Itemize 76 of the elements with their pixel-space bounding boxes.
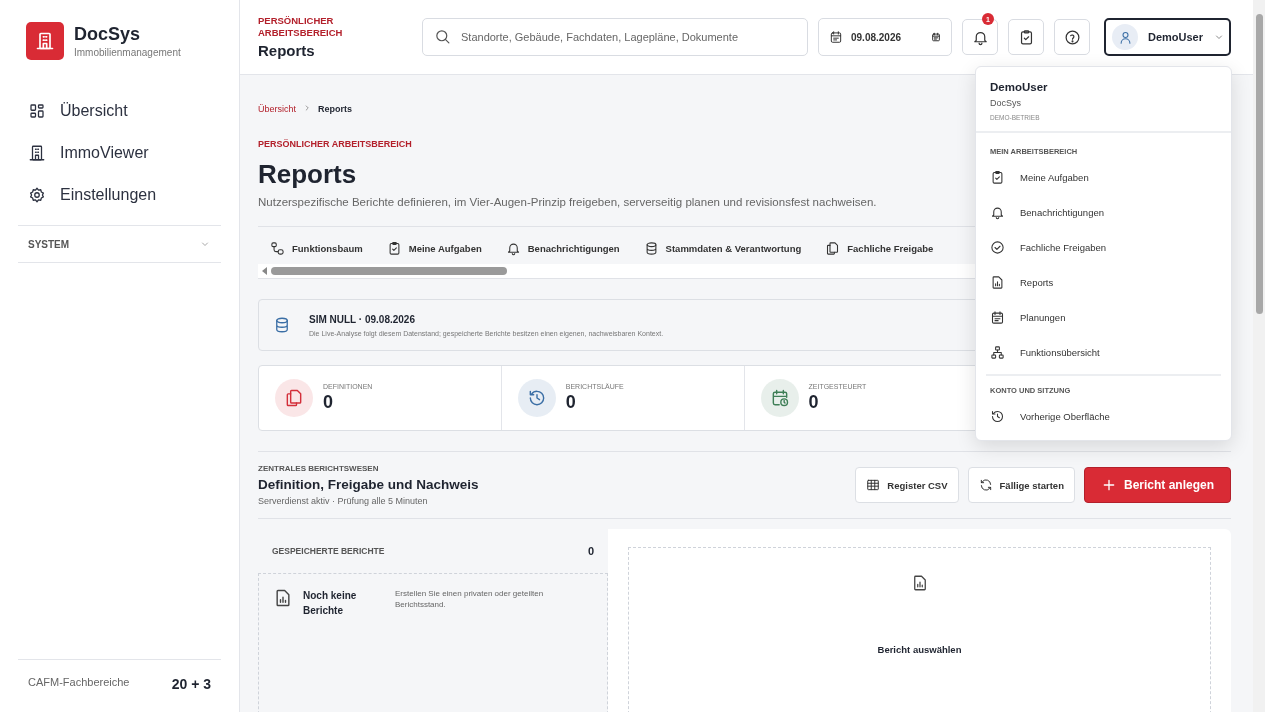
header-title: Reports xyxy=(258,42,316,60)
header-eyebrow: PERSÖNLICHER ARBEITSBEREICH xyxy=(258,14,344,40)
tab[interactable]: Meine Aufgaben xyxy=(386,241,482,256)
refresh-icon xyxy=(978,478,993,492)
user-menu-button[interactable]: DemoUser xyxy=(1104,18,1231,56)
action-button[interactable]: Register CSV xyxy=(855,467,959,503)
page-title: Reports xyxy=(258,159,357,190)
action-button[interactable]: Fällige starten xyxy=(967,467,1075,503)
calendar-icon xyxy=(990,310,1005,325)
stat-value: 0 xyxy=(323,392,334,413)
database-icon xyxy=(643,241,659,256)
menu-item[interactable]: Funktionsübersicht xyxy=(976,335,1231,370)
footer-count: 20 + 3 xyxy=(171,676,211,692)
copy-icon xyxy=(825,241,841,256)
nav-item[interactable]: ImmoViewer xyxy=(18,132,221,174)
app-subtitle: Immobilienmanagement xyxy=(74,47,181,58)
tasks-button[interactable] xyxy=(1008,19,1044,55)
copy-icon xyxy=(284,388,304,408)
history-icon xyxy=(990,409,1005,424)
menu-item[interactable]: Planungen xyxy=(976,300,1231,335)
breadcrumb-current: Reports xyxy=(318,104,353,114)
menu-item[interactable]: Meine Aufgaben xyxy=(976,160,1231,195)
date-field[interactable]: 09.08.2026 xyxy=(818,18,952,56)
building-icon xyxy=(35,31,55,51)
footer-label: CAFM-Fachbereiche xyxy=(28,676,130,690)
app-name: DocSys xyxy=(74,24,142,45)
building-icon xyxy=(28,144,46,162)
empty-title: Noch keine Berichte xyxy=(303,589,358,618)
breadcrumb-link[interactable]: Übersicht xyxy=(258,104,296,114)
menu-item[interactable]: Fachliche Freigaben xyxy=(976,230,1231,265)
menu-item[interactable]: Vorherige Oberfläche xyxy=(976,399,1231,434)
nav-item[interactable]: Übersicht xyxy=(18,90,221,132)
report-icon xyxy=(273,588,293,608)
help-button[interactable] xyxy=(1054,19,1090,55)
calendar-icon xyxy=(931,32,941,42)
notifications-button[interactable] xyxy=(962,19,998,55)
settings-icon xyxy=(28,186,46,204)
tab[interactable]: Funktionsbaum xyxy=(270,241,363,256)
tab[interactable]: Benachrichtigungen xyxy=(505,241,620,256)
section-subtitle: Serverdienst aktiv · Prüfung alle 5 Minuten xyxy=(258,496,429,506)
menu-org: DocSys xyxy=(990,98,1022,108)
section-title: Definition, Freigabe und Nachweis xyxy=(258,477,480,492)
menu-item[interactable]: Benachrichtigungen xyxy=(976,195,1231,230)
select-report-prompt: Bericht auswählen xyxy=(877,644,962,655)
database-icon xyxy=(273,316,291,334)
clipboard-check-icon xyxy=(990,170,1005,185)
report-icon xyxy=(990,275,1005,290)
panel-title: GESPEICHERTE BERICHTE xyxy=(272,546,385,556)
empty-text: Erstellen Sie einen privaten oder geteilten Berichtsstand. xyxy=(395,588,545,612)
clipboard-check-icon xyxy=(386,241,402,256)
tree-icon xyxy=(270,241,285,256)
search-icon xyxy=(434,28,451,45)
system-section-toggle[interactable]: SYSTEM xyxy=(28,238,211,250)
page-eyebrow: PERSÖNLICHER ARBEITSBEREICH xyxy=(258,139,412,149)
report-count: 0 xyxy=(587,545,594,557)
tab[interactable]: Stammdaten & Verantwortung xyxy=(643,241,802,256)
help-icon xyxy=(1063,28,1081,46)
hierarchy-icon xyxy=(990,345,1005,360)
calendar-icon xyxy=(829,30,843,44)
menu-user-name: DemoUser xyxy=(990,81,1049,93)
tab[interactable]: Fachliche Freigabe xyxy=(825,241,934,256)
grid-icon xyxy=(28,102,46,120)
stat-value: 0 xyxy=(565,392,577,413)
bell-icon xyxy=(990,205,1005,220)
search-field[interactable]: Standorte, Gebäude, Fachdaten, Lagepläne, Dokumente xyxy=(422,18,808,56)
context-title: SIM NULL · 09.08.2026 xyxy=(309,313,416,325)
page-description: Nutzerspezifische Berichte definieren, im Vier-Augen-Prinzip freigeben, serverseitig planen und revisionsfest nachweisen. xyxy=(258,196,877,208)
check-circle-icon xyxy=(990,240,1005,255)
bell-icon xyxy=(505,241,521,256)
section-eyebrow: ZENTRALES BERICHTSWESEN xyxy=(258,464,380,473)
vertical-scrollbar[interactable] xyxy=(1253,0,1265,712)
table-icon xyxy=(866,478,881,492)
stat-value: 0 xyxy=(808,392,820,413)
menu-item[interactable]: Reports xyxy=(976,265,1231,300)
nav-item[interactable]: Einstellungen xyxy=(18,174,221,216)
action-button[interactable]: Bericht anlegen xyxy=(1083,467,1231,503)
